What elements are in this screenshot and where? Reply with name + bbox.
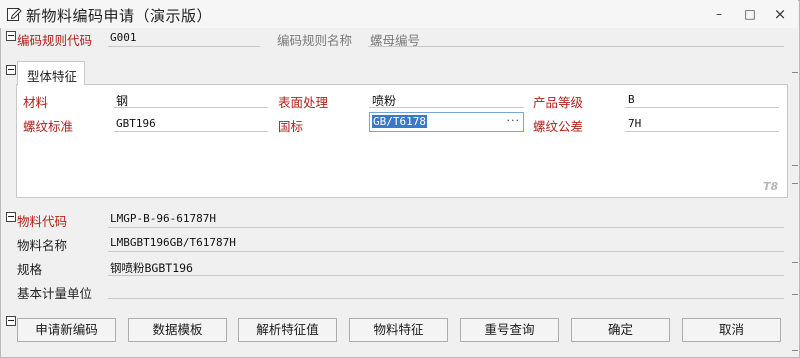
thread-tolerance-label: 螺纹公差 bbox=[533, 119, 584, 134]
surface-underline bbox=[369, 107, 524, 108]
duplicate-query-button[interactable]: 重号查询 bbox=[460, 318, 559, 342]
data-template-button[interactable]: 数据模板 bbox=[128, 318, 227, 342]
national-standard-value: GB/T6178 bbox=[372, 115, 427, 128]
spec-value[interactable]: 钢喷粉BGBT196 bbox=[110, 260, 193, 276]
material-code-underline bbox=[108, 227, 784, 228]
cancel-button[interactable]: 取消 bbox=[682, 318, 781, 342]
edge-tick bbox=[792, 165, 798, 166]
maximize-icon: □ bbox=[744, 7, 756, 21]
rule-code-label: 编码规则代码 bbox=[17, 33, 93, 48]
apply-new-code-button[interactable]: 申请新编码 bbox=[17, 318, 116, 342]
thread-standard-label: 螺纹标准 bbox=[23, 119, 74, 134]
spec-label: 规格 bbox=[17, 262, 43, 277]
edge-tick bbox=[792, 72, 798, 73]
surface-label: 表面处理 bbox=[278, 95, 329, 110]
minimize-icon: – bbox=[716, 7, 722, 21]
browse-ellipsis-icon[interactable]: ··· bbox=[507, 114, 521, 127]
material-name-label: 物料名称 bbox=[17, 238, 68, 253]
collapse-button-section-icon[interactable] bbox=[6, 316, 16, 326]
base-unit-underline bbox=[108, 298, 784, 299]
grade-underline bbox=[625, 107, 779, 108]
confirm-button[interactable]: 确定 bbox=[571, 318, 670, 342]
title-bar: 新物料编码申请（演示版） – □ × bbox=[0, 0, 798, 28]
grade-value[interactable]: B bbox=[628, 93, 635, 106]
collapse-material-section-icon[interactable] bbox=[6, 212, 16, 222]
material-code-label: 物料代码 bbox=[17, 214, 68, 229]
window-title: 新物料编码申请（演示版） bbox=[26, 7, 213, 25]
tab-feature[interactable]: 型体特征 bbox=[17, 61, 85, 85]
collapse-feature-section-icon[interactable] bbox=[6, 65, 16, 75]
tab-feature-label: 型体特征 bbox=[27, 69, 78, 84]
t8-watermark: T8 bbox=[763, 180, 779, 193]
parse-feature-button[interactable]: 解析特征值 bbox=[238, 318, 337, 342]
material-name-underline bbox=[108, 251, 784, 252]
material-label: 材料 bbox=[23, 95, 49, 110]
material-code-value[interactable]: LMGP-B-96-61787H bbox=[110, 212, 216, 225]
maximize-button[interactable]: □ bbox=[738, 4, 762, 24]
edge-tick bbox=[792, 294, 798, 295]
spec-underline bbox=[108, 275, 784, 276]
edit-form-icon bbox=[7, 8, 22, 21]
rule-name-label: 编码规则名称 bbox=[277, 33, 353, 48]
national-standard-label: 国标 bbox=[278, 119, 304, 134]
material-name-value[interactable]: LMBGBT196GB/T61787H bbox=[110, 236, 236, 249]
rule-name-underline bbox=[368, 46, 784, 47]
material-feature-button[interactable]: 物料特征 bbox=[349, 318, 448, 342]
thread-standard-underline bbox=[114, 131, 268, 132]
edge-tick bbox=[792, 183, 798, 184]
rule-code-underline bbox=[108, 46, 260, 47]
minimize-button[interactable]: – bbox=[707, 4, 731, 24]
edge-tick bbox=[792, 350, 798, 351]
national-standard-input[interactable]: GB/T6178 ··· bbox=[369, 112, 524, 132]
close-button[interactable]: × bbox=[768, 4, 792, 24]
thread-standard-value[interactable]: GBT196 bbox=[116, 117, 156, 130]
thread-tolerance-underline bbox=[625, 131, 779, 132]
base-unit-label: 基本计量单位 bbox=[17, 286, 93, 301]
close-icon: × bbox=[773, 5, 787, 23]
collapse-rule-section-icon[interactable] bbox=[6, 31, 16, 41]
material-underline bbox=[114, 107, 268, 108]
edge-tick bbox=[792, 262, 798, 263]
feature-panel bbox=[16, 84, 788, 198]
thread-tolerance-value[interactable]: 7H bbox=[628, 117, 641, 130]
rule-code-value[interactable]: G001 bbox=[110, 31, 137, 44]
grade-label: 产品等级 bbox=[533, 95, 584, 110]
